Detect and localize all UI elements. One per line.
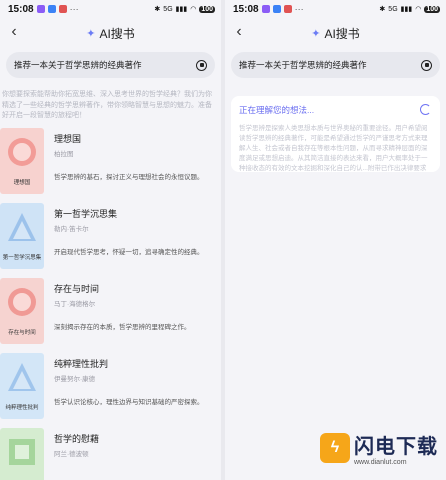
cover-square-decoration [9, 438, 35, 465]
status-bar: 15:08 ··· ✱ 5G ▮▮▮ ◠ 100 [225, 0, 446, 18]
book-item[interactable]: 理想国 理想国 柏拉图 哲学思辨的基石，探讨正义与理想社会的永恒议题。 [0, 127, 221, 202]
search-bar[interactable]: 推荐一本关于哲学思辨的经典著作 [231, 52, 440, 78]
book-item[interactable]: 纯粹理性批判 纯粹理性批判 伊曼努尔·康德 哲学认识论核心，理性边界与知识基础的… [0, 352, 221, 427]
book-item[interactable]: 哲学的慰藉 阿兰·德波顿 [0, 427, 221, 480]
book-list: 理想国 理想国 柏拉图 哲学思辨的基石，探讨正义与理想社会的永恒议题。 第一哲学… [0, 127, 221, 480]
thinking-body: 哲学思辨是探索人类思想本质与世界奥秘的重要途径。用户希望阅读哲学思辨的经典著作，… [239, 125, 428, 172]
book-cover[interactable] [0, 427, 44, 480]
watermark-url: www.dianlut.com [354, 459, 407, 466]
search-query: 推荐一本关于哲学思辨的经典著作 [239, 60, 367, 70]
app-notification-icon [261, 5, 270, 13]
app-notification-icon [272, 5, 281, 13]
right-phone-screen: 15:08 ··· ✱ 5G ▮▮▮ ◠ 100 ‹ ✦ AI搜书 推荐一本关于 [225, 0, 446, 480]
book-cover[interactable]: 第一哲学沉思集 [0, 202, 44, 269]
book-author: 柏拉图 [54, 150, 74, 158]
app-notification-icon [47, 5, 56, 13]
page-title: ✦ AI搜书 [86, 25, 135, 42]
cover-title: 存在与时间 [8, 329, 36, 336]
more-dots-icon: ··· [69, 4, 79, 14]
thinking-card: 正在理解您的想法... 哲学思辨是探索人类思想本质与世界奥秘的重要途径。用户希望… [231, 96, 440, 172]
watermark: ϟ 闪电下载 www.dianlut.com [320, 430, 438, 466]
screenshot-stage: 15:08 ··· ✱ 5G ▮▮▮ ◠ 100 ‹ ✦ AI搜书 推荐一本关于 [0, 0, 446, 480]
page-title-text: AI搜书 [99, 26, 135, 41]
search-query: 推荐一本关于哲学思辨的经典著作 [14, 60, 142, 70]
search-bar[interactable]: 推荐一本关于哲学思辨的经典著作 [6, 52, 215, 78]
cover-title: 第一哲学沉思集 [2, 254, 42, 261]
cover-triangle-decoration [8, 362, 36, 391]
thinking-label: 正在理解您的想法... [239, 105, 315, 115]
chevron-left-icon[interactable]: ‹ [231, 23, 247, 41]
book-title: 哲学的慰藉 [54, 433, 100, 444]
ai-sparkle-icon: ✦ [86, 27, 96, 40]
book-description: 哲学思辨的基石，探讨正义与理想社会的永恒议题。 [54, 173, 204, 181]
left-phone-screen: 15:08 ··· ✱ 5G ▮▮▮ ◠ 100 ‹ ✦ AI搜书 推荐一本关于 [0, 0, 221, 480]
page-title: ✦ AI搜书 [311, 25, 360, 42]
book-title: 纯粹理性批判 [54, 358, 109, 369]
book-author: 阿兰·德波顿 [54, 450, 89, 458]
chevron-left-icon[interactable]: ‹ [6, 23, 22, 41]
watermark-name: 闪电下载 [354, 436, 438, 458]
cover-circle-decoration [8, 137, 36, 166]
book-author: 马丁·海德格尔 [54, 300, 96, 308]
loading-spinner-icon [420, 104, 431, 115]
cover-title: 纯粹理性批判 [5, 404, 39, 411]
signal-text: 5G [388, 5, 398, 13]
battery-icon: 100 [424, 5, 440, 13]
battery-icon: 100 [199, 5, 215, 13]
book-title: 理想国 [54, 133, 82, 144]
book-item[interactable]: 存在与时间 存在与时间 马丁·海德格尔 深刻揭示存在的本质，哲学思辨的里程碑之作… [0, 277, 221, 352]
stop-icon[interactable] [196, 59, 207, 71]
book-cover[interactable]: 纯粹理性批判 [0, 352, 44, 419]
book-cover[interactable]: 存在与时间 [0, 277, 44, 344]
book-title: 第一哲学沉思集 [54, 208, 118, 219]
book-description: 深刻揭示存在的本质，哲学思辨的里程碑之作。 [54, 323, 191, 331]
cover-circle-decoration [8, 287, 36, 316]
book-cover[interactable]: 理想国 [0, 127, 44, 194]
book-description: 哲学认识论核心，理性边界与知识基础的严密探索。 [54, 398, 204, 406]
book-description: 开启现代哲学思考，怀疑一切，追寻确定性的经典。 [54, 248, 204, 256]
book-item[interactable]: 第一哲学沉思集 第一哲学沉思集 勒内·笛卡尔 开启现代哲学思考，怀疑一切，追寻确… [0, 202, 221, 277]
bluetooth-icon: ✱ [154, 6, 161, 13]
signal-text: 5G [163, 5, 173, 13]
cover-triangle-decoration [8, 212, 36, 241]
signal-icon: ▮▮▮ [175, 6, 188, 13]
wifi-icon: ◠ [415, 6, 422, 13]
book-author: 勒内·笛卡尔 [54, 225, 89, 233]
page-title-text: AI搜书 [324, 26, 360, 41]
app-header: ‹ ✦ AI搜书 [0, 18, 221, 48]
ai-sparkle-icon: ✦ [311, 27, 321, 40]
status-time: 15:08 [233, 3, 259, 15]
app-notification-icon [283, 5, 292, 13]
book-title: 存在与时间 [54, 283, 100, 294]
status-time: 15:08 [8, 3, 34, 15]
cover-title: 理想国 [13, 179, 31, 186]
ai-intro-text: 你想要探索能帮助你拓宽思维、深入思考世界的哲学经典？我们为你精选了一些经典的哲学… [2, 91, 212, 119]
bluetooth-icon: ✱ [379, 6, 386, 13]
more-dots-icon: ··· [294, 4, 304, 14]
app-notification-icon [36, 5, 45, 13]
status-bar: 15:08 ··· ✱ 5G ▮▮▮ ◠ 100 [0, 0, 221, 18]
lightning-logo-icon: ϟ [320, 433, 350, 463]
book-author: 伊曼努尔·康德 [54, 375, 96, 383]
signal-icon: ▮▮▮ [400, 6, 413, 13]
app-notification-icon [58, 5, 67, 13]
wifi-icon: ◠ [190, 6, 197, 13]
app-header: ‹ ✦ AI搜书 [225, 18, 446, 48]
stop-icon[interactable] [421, 59, 432, 71]
